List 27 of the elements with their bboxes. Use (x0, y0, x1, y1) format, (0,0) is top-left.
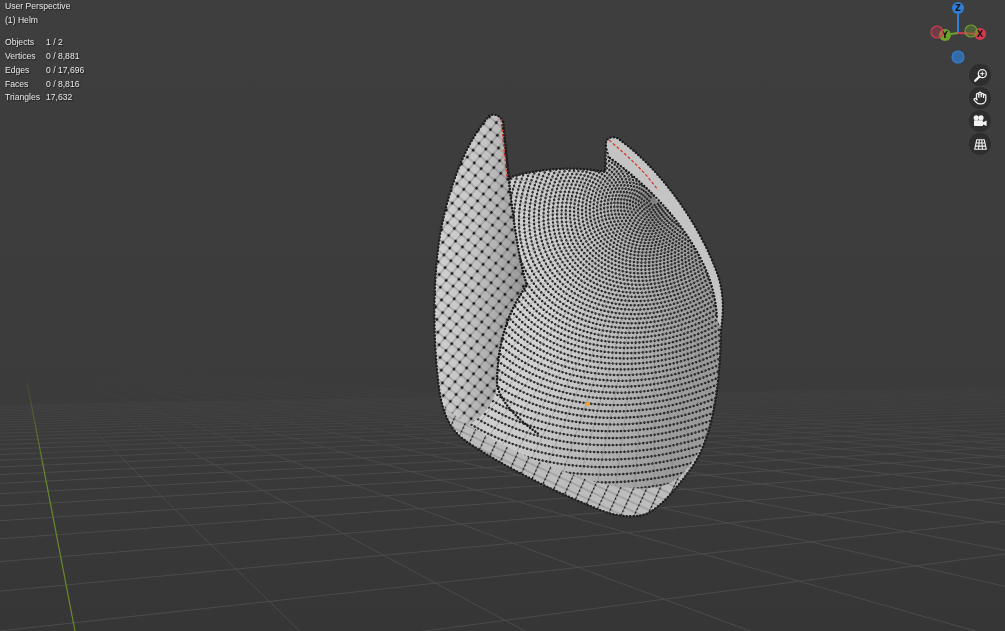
stat-label: Triangles (5, 91, 41, 105)
stat-value: 0 / 17,696 (46, 63, 85, 77)
stat-label: Edges (5, 63, 30, 77)
stat-value: 17,632 (46, 91, 73, 105)
stat-label: Faces (5, 77, 29, 91)
axis-handle[interactable]: X (974, 28, 986, 40)
stat-value: 1 / 2 (46, 36, 63, 50)
negative-axis-icon[interactable] (951, 50, 965, 64)
stat-value: 0 / 8,881 (46, 50, 80, 64)
object-name: (1) Helm (5, 13, 38, 27)
perspective-toggle-button[interactable] (969, 133, 991, 155)
origin-point-icon (585, 401, 591, 407)
stat-label: Vertices (5, 50, 36, 64)
camera-icon (973, 115, 987, 127)
pan-button[interactable] (969, 87, 991, 109)
stat-label: Objects (5, 36, 35, 50)
view-name: User Perspective (5, 0, 71, 13)
zoom-button[interactable] (969, 64, 991, 86)
negative-axis-icon[interactable] (930, 25, 944, 39)
axis-handle[interactable]: Y (939, 29, 951, 41)
perspective-grid-icon (973, 138, 987, 150)
zoom-in-icon (973, 68, 987, 82)
negative-axis-icon[interactable] (964, 24, 978, 38)
stat-value: 0 / 8,816 (46, 77, 80, 91)
hand-icon (973, 91, 987, 105)
camera-view-button[interactable] (969, 110, 991, 132)
axis-handle[interactable]: Z (952, 2, 964, 14)
